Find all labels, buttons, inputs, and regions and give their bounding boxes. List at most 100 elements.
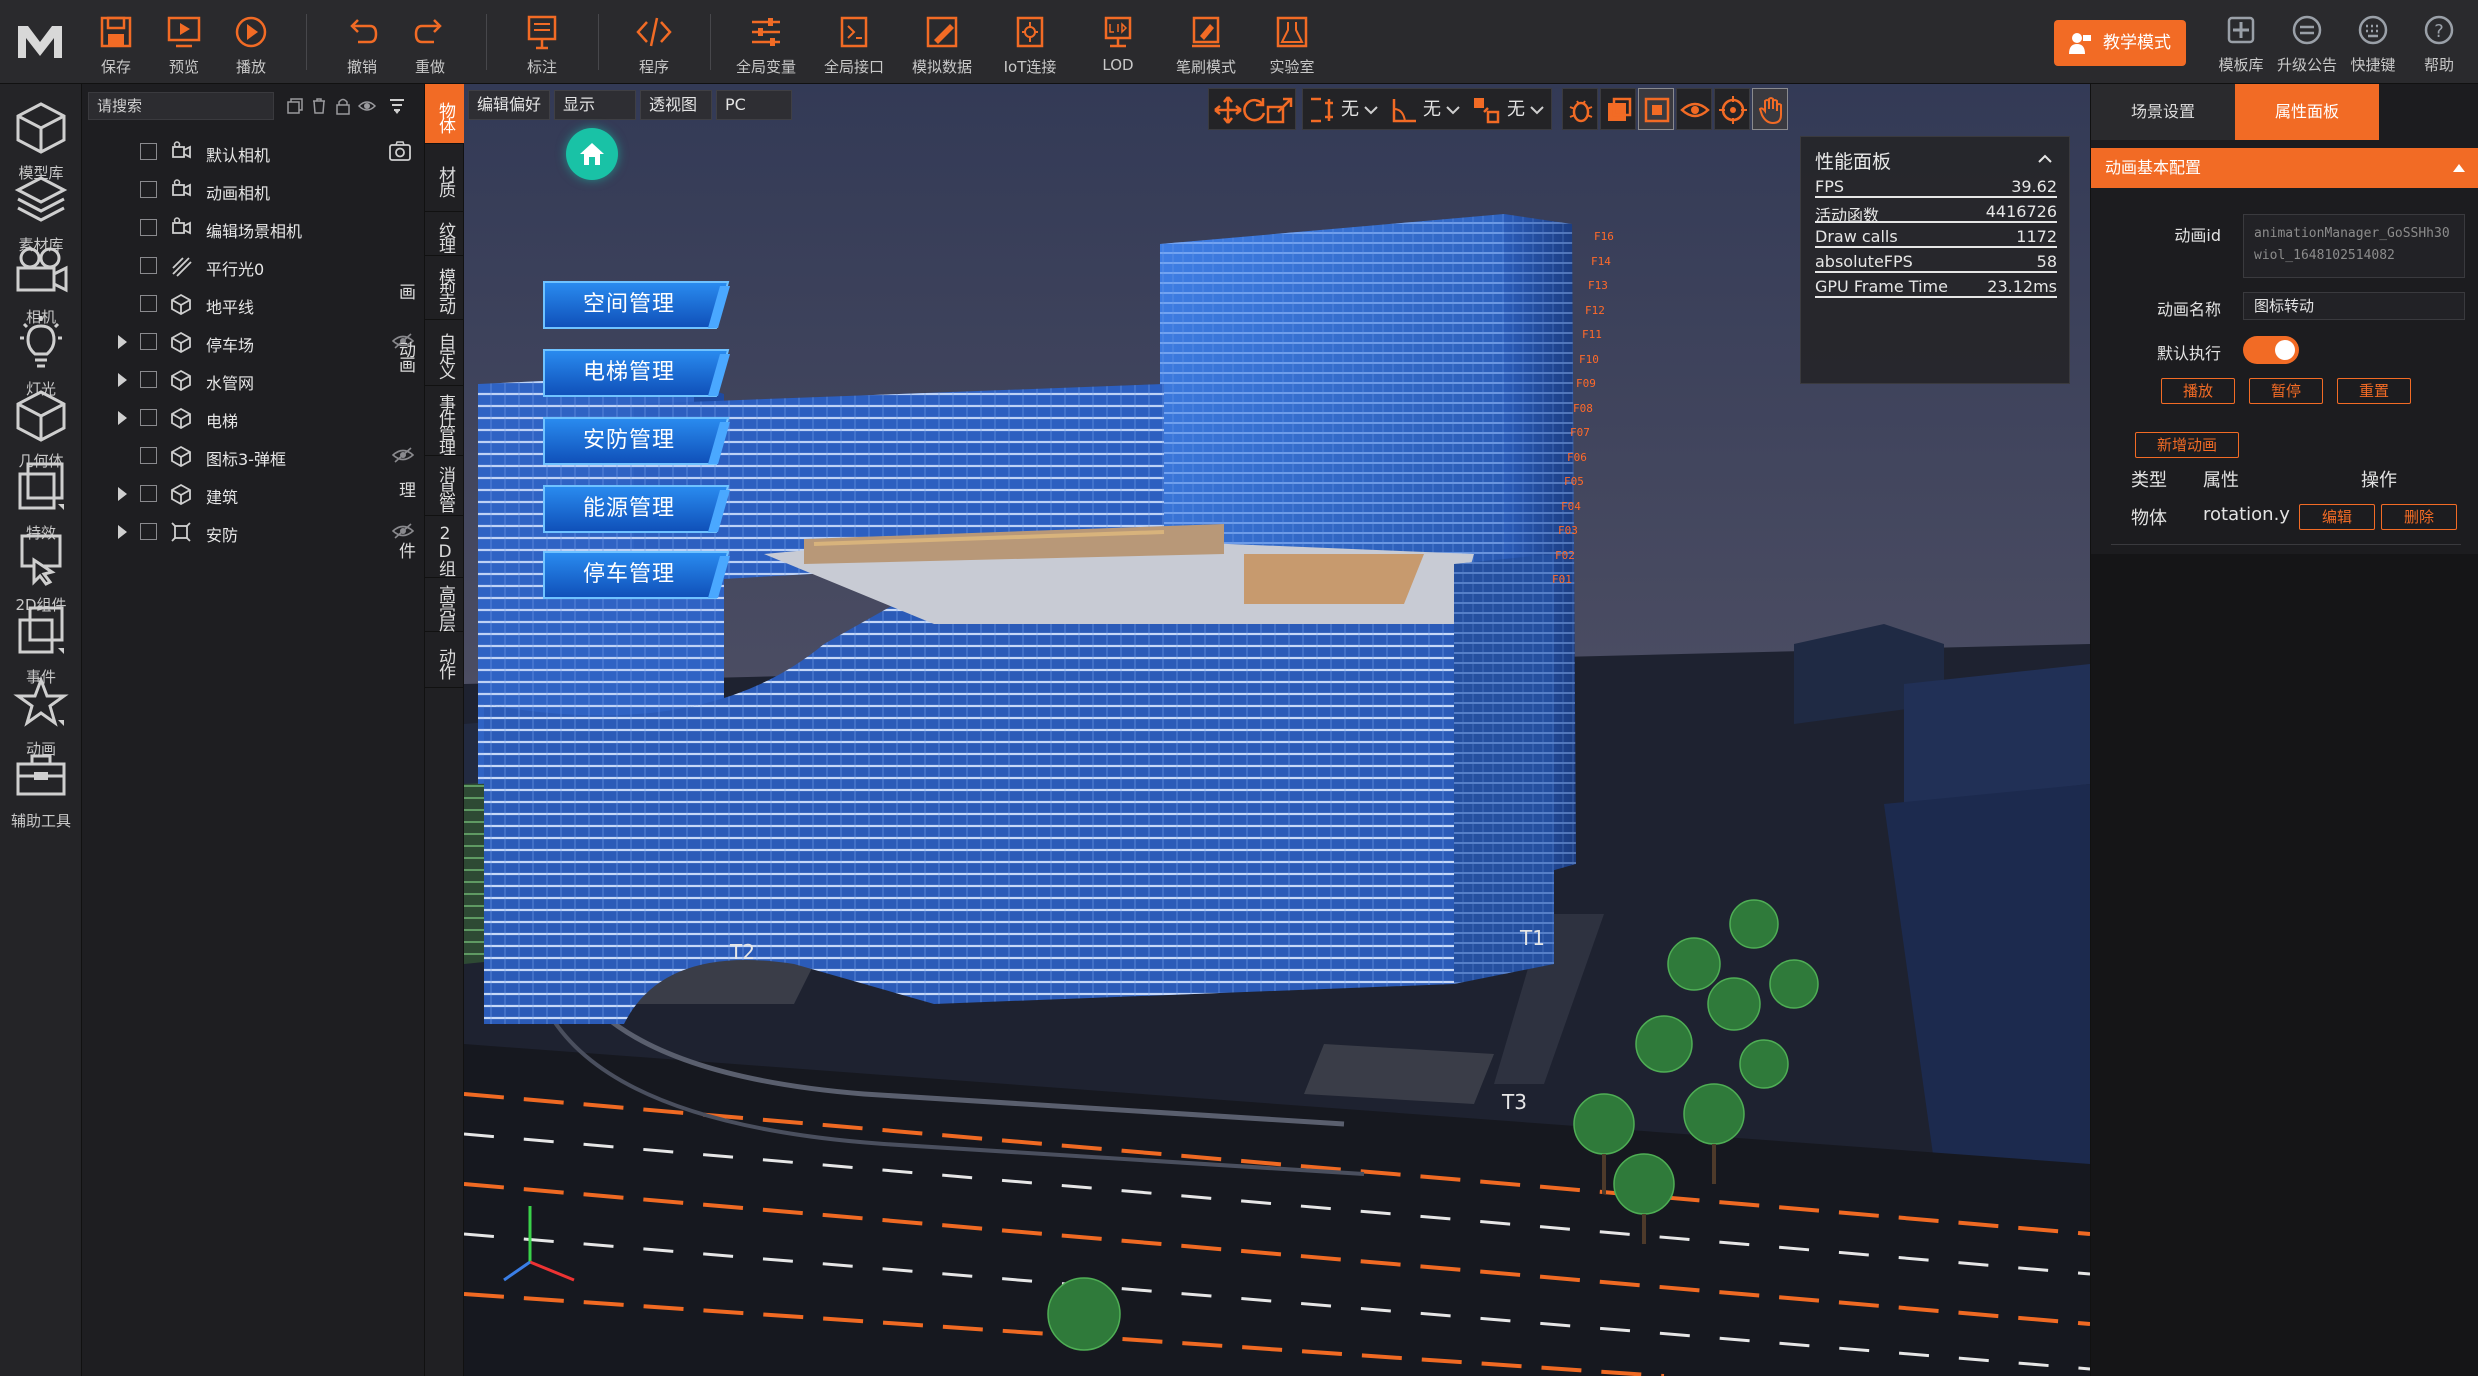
tab-action[interactable]: 动作 xyxy=(425,632,465,688)
teach-mode-button[interactable]: 教学模式 xyxy=(2054,20,2186,66)
chevron-down-icon[interactable] xyxy=(1445,102,1461,118)
help-button[interactable]: ? 帮助 xyxy=(2406,8,2472,78)
pause-anim-button[interactable]: 暂停 xyxy=(2249,378,2323,404)
section-header[interactable]: 动画基本配置 xyxy=(2091,148,2478,188)
angle-icon[interactable] xyxy=(1389,95,1419,125)
tab-message-management[interactable]: 消息管理 xyxy=(395,456,465,516)
lod-button[interactable]: LOD xyxy=(1078,8,1158,78)
visibility-checkbox[interactable] xyxy=(140,143,157,160)
target-tool[interactable] xyxy=(1714,88,1750,130)
tree-item[interactable]: 默认相机 xyxy=(82,134,424,168)
default-run-toggle[interactable] xyxy=(2243,336,2299,364)
hidden-eye-icon[interactable] xyxy=(392,523,414,539)
visibility-checkbox[interactable] xyxy=(140,219,157,236)
visibility-checkbox[interactable] xyxy=(140,371,157,388)
resize-icon[interactable] xyxy=(1471,95,1501,125)
visibility-checkbox[interactable] xyxy=(140,447,157,464)
chevron-down-icon[interactable] xyxy=(1363,102,1379,118)
visibility-checkbox[interactable] xyxy=(140,409,157,426)
filter-icon[interactable] xyxy=(388,97,406,115)
expand-arrow-icon[interactable] xyxy=(118,373,127,387)
tab-properties[interactable]: 属性面板 xyxy=(2235,84,2379,140)
global-api-button[interactable]: 全局接口 xyxy=(814,8,894,78)
visibility-checkbox[interactable] xyxy=(140,295,157,312)
snapshot-tool[interactable] xyxy=(1638,88,1674,130)
tab-scene-settings[interactable]: 场景设置 xyxy=(2091,84,2235,140)
lab-button[interactable]: 实验室 xyxy=(1252,8,1332,78)
tree-item[interactable]: 电梯 xyxy=(82,400,424,434)
global-vars-button[interactable]: 全局变量 xyxy=(726,8,806,78)
expand-arrow-icon[interactable] xyxy=(118,525,127,539)
tree-item[interactable]: 图标3-弹框 xyxy=(82,438,424,472)
announcement-button[interactable]: 升级公告 xyxy=(2274,8,2340,78)
tab-custom-animation[interactable]: 自定义动画 xyxy=(395,320,465,386)
redo-button[interactable]: 重做 xyxy=(390,8,470,78)
tree-item[interactable]: 建筑 xyxy=(82,476,424,510)
shortcuts-button[interactable]: 快捷键 xyxy=(2340,8,2406,78)
lock-icon[interactable] xyxy=(334,97,352,115)
anim-id-field[interactable]: animationManager_GoSSHh30wiol_1648102514… xyxy=(2243,214,2465,278)
3d-viewport[interactable]: F16 F14 F13 F12 F11 F10 F09 F08 F07 F06 F05 F04 F03 F… xyxy=(464,84,2090,1376)
elevator-management-button[interactable]: 电梯管理 xyxy=(542,344,732,402)
snap-select-1[interactable]: 无 xyxy=(1341,95,1359,121)
eye-tool[interactable] xyxy=(1676,88,1712,130)
visibility-icon[interactable] xyxy=(358,97,376,115)
bug-tool[interactable] xyxy=(1562,88,1598,130)
home-button[interactable] xyxy=(566,128,618,180)
iot-button[interactable]: IoT连接 xyxy=(990,8,1070,78)
display-chip[interactable]: 显示 xyxy=(554,90,636,120)
search-input[interactable] xyxy=(88,92,274,120)
tab-component-2d[interactable]: 2D组件 xyxy=(395,516,465,578)
expand-arrow-icon[interactable] xyxy=(118,411,127,425)
snapshot-camera-icon[interactable] xyxy=(388,140,412,162)
tree-item[interactable]: 地平线 xyxy=(82,286,424,320)
tree-item[interactable]: 停车场 xyxy=(82,324,424,358)
hidden-eye-icon[interactable] xyxy=(392,447,414,463)
tree-item[interactable]: 动画相机 xyxy=(82,172,424,206)
tab-highlight-layer[interactable]: 高亮层 xyxy=(425,578,465,632)
template-library-button[interactable]: 模板库 xyxy=(2208,8,2274,78)
tree-item[interactable]: 安防 xyxy=(82,514,424,548)
edit-preference-chip[interactable]: 编辑偏好 xyxy=(468,90,550,120)
visibility-checkbox[interactable] xyxy=(140,333,157,350)
security-management-button[interactable]: 安防管理 xyxy=(542,412,732,470)
anim-name-field[interactable]: 图标转动 xyxy=(2243,292,2465,320)
parking-management-button[interactable]: 停车管理 xyxy=(542,546,732,604)
space-management-button[interactable]: 空间管理 xyxy=(542,276,732,334)
layers-tool[interactable] xyxy=(1600,88,1636,130)
tab-model-animation[interactable]: 模型动画 xyxy=(395,256,465,320)
annotation-button[interactable]: 标注 xyxy=(502,8,582,78)
copy-icon[interactable] xyxy=(286,97,304,115)
play-anim-button[interactable]: 播放 xyxy=(2161,378,2235,404)
chevron-down-icon[interactable] xyxy=(1529,102,1545,118)
visibility-checkbox[interactable] xyxy=(140,181,157,198)
brush-mode-button[interactable]: 笔刷模式 xyxy=(1166,8,1246,78)
play-button[interactable]: 播放 xyxy=(211,8,291,78)
tree-item[interactable]: 平行光0 xyxy=(82,248,424,282)
aux-tools-button[interactable]: 辅助工具 xyxy=(0,732,82,840)
tab-object[interactable]: 物体 xyxy=(425,84,465,144)
chevron-up-icon[interactable] xyxy=(2037,151,2053,167)
perspective-chip[interactable]: 透视图 xyxy=(640,90,712,120)
align-icon[interactable] xyxy=(1307,95,1337,125)
delete-row-button[interactable]: 删除 xyxy=(2381,504,2457,530)
tab-material[interactable]: 材质 xyxy=(425,144,465,212)
platform-chip[interactable]: PC xyxy=(716,90,792,120)
visibility-checkbox[interactable] xyxy=(140,485,157,502)
expand-arrow-icon[interactable] xyxy=(118,335,127,349)
code-button[interactable]: 程序 xyxy=(614,8,694,78)
visibility-checkbox[interactable] xyxy=(140,523,157,540)
snap-select-3[interactable]: 无 xyxy=(1507,95,1525,121)
mock-data-button[interactable]: 模拟数据 xyxy=(902,8,982,78)
delete-icon[interactable] xyxy=(310,97,328,115)
visibility-checkbox[interactable] xyxy=(140,257,157,274)
energy-management-button[interactable]: 能源管理 xyxy=(542,480,732,538)
tree-item[interactable]: 水管网 xyxy=(82,362,424,396)
scale-icon[interactable] xyxy=(1265,95,1295,125)
hand-tool[interactable] xyxy=(1752,88,1788,130)
snap-select-2[interactable]: 无 xyxy=(1423,95,1441,121)
tree-item[interactable]: 编辑场景相机 xyxy=(82,210,424,244)
tab-texture[interactable]: 纹理 xyxy=(425,212,465,256)
add-animation-button[interactable]: 新增动画 xyxy=(2135,432,2239,458)
tab-event-management[interactable]: 事件管理 xyxy=(425,386,465,456)
